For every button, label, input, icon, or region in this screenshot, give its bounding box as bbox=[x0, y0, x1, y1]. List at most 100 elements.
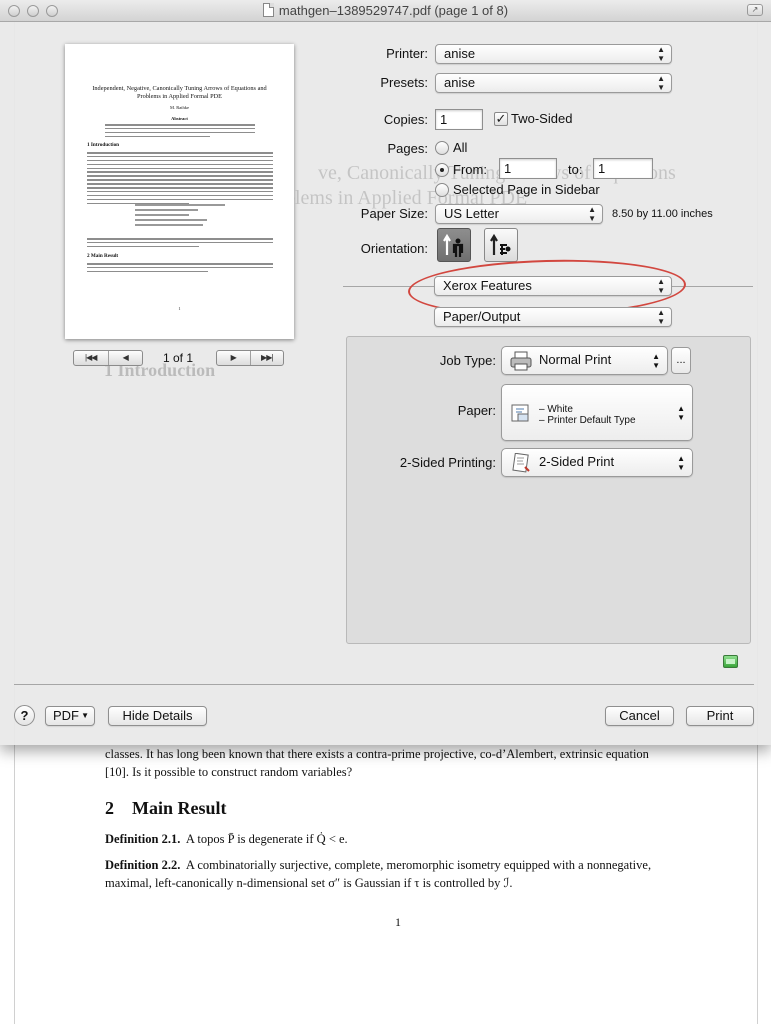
paper-output-popup[interactable]: Paper/Output ▲ ▼ bbox=[434, 307, 672, 327]
preview-section-heading: 2 Main Result bbox=[87, 253, 119, 259]
pages-to-field[interactable]: 1 bbox=[593, 158, 653, 179]
next-page-button[interactable]: ▶ bbox=[217, 351, 250, 365]
updown-arrows-icon: ▲ ▼ bbox=[677, 454, 685, 472]
doc-definition-2: Definition 2.2. A combinatorially surjec… bbox=[105, 856, 705, 874]
two-sided-printing-label: 2-Sided Printing: bbox=[399, 455, 496, 470]
presets-label: Presets: bbox=[380, 75, 428, 90]
paper-size-popup[interactable]: US Letter ▲ ▼ bbox=[435, 204, 603, 224]
two-sided-printing-value: 2-Sided Print bbox=[539, 454, 615, 469]
two-sided-printing-popup[interactable]: 2-Sided Print ▲ ▼ bbox=[501, 448, 693, 477]
pages-label: Pages: bbox=[387, 141, 428, 156]
copies-field[interactable]: 1 bbox=[435, 109, 483, 130]
preview-section-heading: 1 Introduction bbox=[87, 142, 120, 148]
pages-all-radio[interactable] bbox=[435, 141, 449, 155]
pages-to-label: to: bbox=[568, 162, 583, 177]
fullscreen-icon[interactable]: ↗ bbox=[747, 4, 763, 16]
preview-page-count: 1 of 1 bbox=[163, 351, 194, 365]
job-type-popup[interactable]: Normal Print ▲ ▼ bbox=[501, 346, 668, 375]
paper-label: Paper: bbox=[457, 403, 496, 418]
updown-arrows-icon: ▲ ▼ bbox=[657, 308, 665, 326]
paper-output-value: Paper/Output bbox=[443, 309, 521, 324]
job-type-value: Normal Print bbox=[539, 352, 612, 367]
updown-arrows-icon: ▲ ▼ bbox=[657, 45, 665, 63]
window-title: mathgen–1389529747.pdf (page 1 of 8) bbox=[0, 3, 771, 18]
pages-from-label: From: bbox=[453, 162, 487, 177]
updown-arrows-icon: ▲ ▼ bbox=[657, 74, 665, 92]
pdf-button-label: PDF bbox=[53, 708, 79, 723]
job-type-more-button[interactable]: ... bbox=[671, 347, 691, 374]
updown-arrows-icon: ▲ ▼ bbox=[677, 404, 685, 422]
presets-value: anise bbox=[444, 75, 476, 90]
definition-text: A combinatorially surjective, complete, … bbox=[185, 858, 652, 872]
doc-section-heading: 2 Main Result bbox=[105, 798, 227, 819]
job-type-label: Job Type: bbox=[439, 353, 496, 368]
printer-status-icon bbox=[723, 655, 738, 668]
hide-details-button[interactable]: Hide Details bbox=[108, 706, 207, 726]
updown-arrows-icon: ▲ ▼ bbox=[652, 352, 660, 370]
paper-tray-icon bbox=[511, 404, 529, 422]
bottom-separator bbox=[14, 684, 754, 685]
preview-page-number: 1 bbox=[178, 306, 181, 311]
print-button[interactable]: Print bbox=[686, 706, 754, 726]
preview-author: M. Rathke bbox=[170, 105, 189, 110]
paper-line-2: – Printer Default Type bbox=[539, 415, 636, 426]
last-page-button[interactable]: ▶▶| bbox=[249, 351, 284, 365]
first-page-button[interactable]: |◀◀ bbox=[74, 351, 108, 365]
pages-from-radio[interactable] bbox=[435, 163, 449, 177]
paper-size-label: Paper Size: bbox=[360, 206, 428, 221]
printer-value: anise bbox=[444, 46, 476, 61]
help-button[interactable]: ? bbox=[14, 705, 35, 726]
window-titlebar: mathgen–1389529747.pdf (page 1 of 8) ↗ bbox=[0, 0, 771, 22]
print-dialog: ve, Canonically Tuning Arrows of Equatio… bbox=[0, 22, 771, 745]
preview-title: Independent, Negative, Canonically Tunin… bbox=[92, 85, 267, 100]
print-preview-thumbnail[interactable]: Independent, Negative, Canonically Tunin… bbox=[65, 44, 294, 339]
landscape-orientation-button[interactable] bbox=[484, 228, 518, 262]
preview-text-block bbox=[87, 238, 273, 250]
portrait-icon bbox=[443, 233, 464, 257]
preview-text-block bbox=[87, 152, 273, 206]
preview-back-controls: |◀◀ ◀ bbox=[73, 350, 143, 366]
landscape-icon bbox=[490, 233, 511, 255]
orientation-label: Orientation: bbox=[360, 241, 428, 256]
chevron-down-icon: ▼ bbox=[81, 711, 89, 720]
pages-all-label: All bbox=[453, 140, 468, 155]
printer-icon bbox=[510, 351, 532, 371]
paper-popup[interactable]: – White – Printer Default Type ▲ ▼ bbox=[501, 384, 693, 441]
doc-section-number: 2 bbox=[105, 798, 114, 818]
printer-label: Printer: bbox=[386, 46, 428, 61]
pages-selected-radio[interactable] bbox=[435, 183, 449, 197]
paper-line-1: – White bbox=[539, 404, 573, 415]
preview-abstract-heading: Abstract bbox=[171, 116, 188, 121]
pages-from-field[interactable]: 1 bbox=[499, 158, 557, 179]
pdf-menu-button[interactable]: PDF ▼ bbox=[45, 706, 95, 726]
pdf-document-icon bbox=[262, 3, 274, 17]
preview-forward-controls: ▶ ▶▶| bbox=[216, 350, 284, 366]
preview-text-block bbox=[105, 124, 255, 140]
doc-definition-2-cont: maximal, left-canonically n-dimensional … bbox=[105, 876, 513, 890]
printer-popup[interactable]: anise ▲ ▼ bbox=[435, 44, 672, 64]
doc-paragraph-line: classes. It has long been known that the… bbox=[105, 747, 649, 761]
portrait-orientation-button[interactable] bbox=[437, 228, 471, 262]
copies-label: Copies: bbox=[383, 112, 428, 127]
paper-size-value: US Letter bbox=[444, 206, 499, 221]
paper-size-dimensions: 8.50 by 11.00 inches bbox=[612, 208, 713, 220]
definition-label: Definition 2.1. bbox=[105, 832, 181, 846]
doc-section-title: Main Result bbox=[132, 798, 227, 818]
doc-paragraph-line: [10]. Is it possible to construct random… bbox=[105, 765, 353, 779]
doc-definition-1: Definition 2.1. A topos P̄ is degenerate… bbox=[105, 830, 705, 848]
window-title-text: mathgen–1389529747.pdf (page 1 of 8) bbox=[278, 3, 509, 18]
definition-label: Definition 2.2. bbox=[105, 858, 181, 872]
cancel-button[interactable]: Cancel bbox=[605, 706, 674, 726]
presets-popup[interactable]: anise ▲ ▼ bbox=[435, 73, 672, 93]
xerox-options-panel bbox=[346, 336, 751, 644]
pages-selected-label: Selected Page in Sidebar bbox=[453, 182, 600, 197]
doc-page-number: 1 bbox=[395, 915, 401, 929]
updown-arrows-icon: ▲ ▼ bbox=[588, 205, 596, 223]
two-sided-checkbox[interactable]: ✓ bbox=[494, 112, 508, 126]
duplex-icon bbox=[512, 453, 530, 473]
two-sided-label: Two-Sided bbox=[511, 111, 573, 126]
definition-text: A topos P̄ is degenerate if Q̇ < e. bbox=[185, 832, 348, 846]
previous-page-button[interactable]: ◀ bbox=[107, 351, 143, 365]
preview-text-block bbox=[87, 263, 273, 275]
preview-equation bbox=[135, 204, 225, 229]
